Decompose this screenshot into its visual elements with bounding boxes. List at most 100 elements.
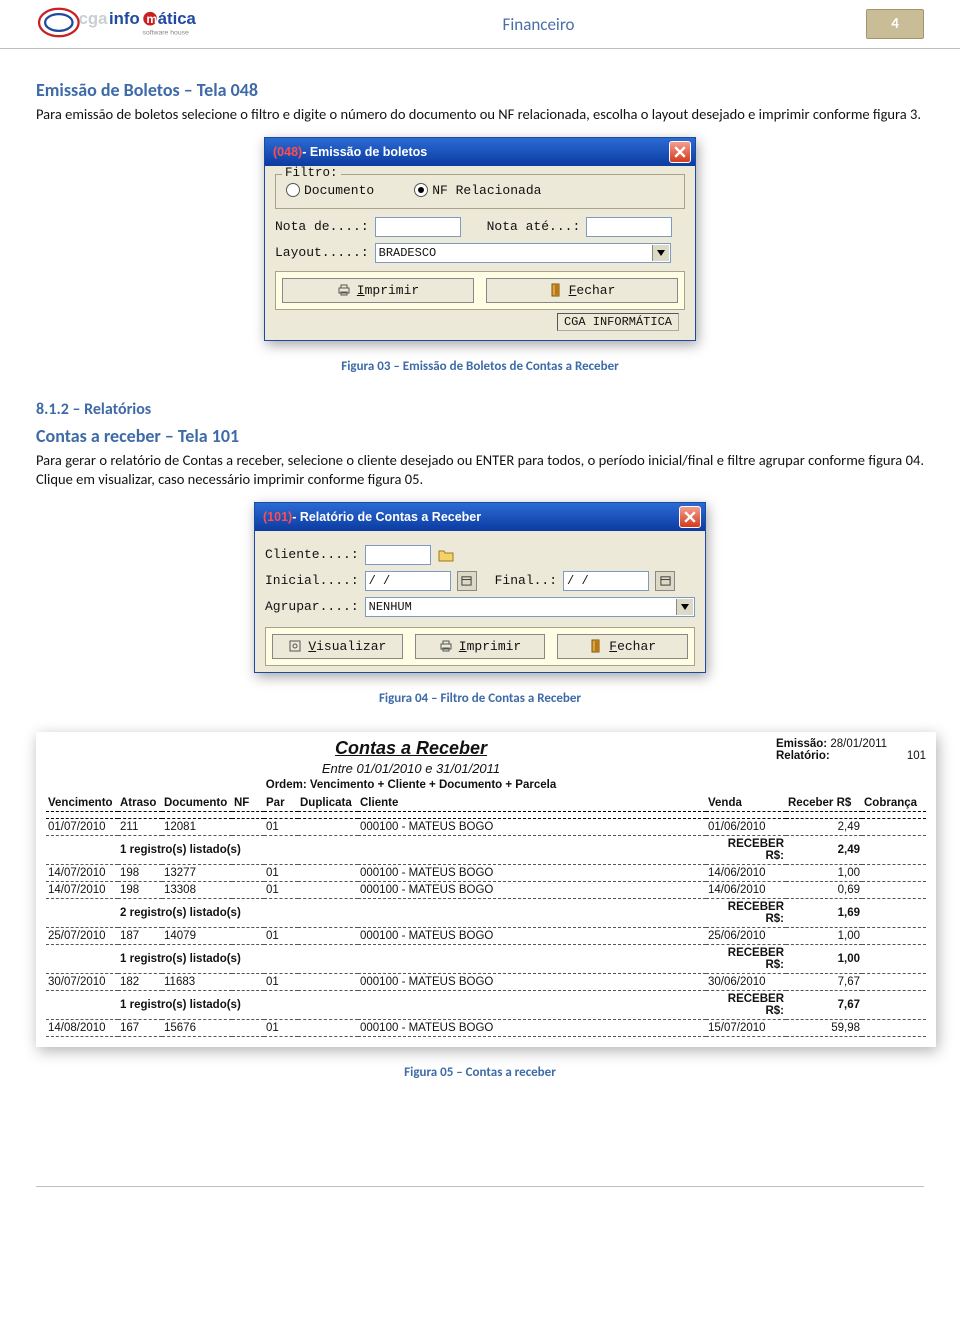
col-cobranca: Cobrança <box>862 795 926 812</box>
radio-documento-label: Documento <box>304 183 374 198</box>
col-documento: Documento <box>162 795 232 812</box>
printer-icon <box>439 639 453 653</box>
titlebar: (101) - Relatório de Contas a Receber <box>255 503 705 531</box>
input-final[interactable]: / / <box>563 571 649 591</box>
calendar-icon[interactable] <box>457 571 477 591</box>
status-bar: CGA INFORMÁTICA <box>557 313 679 331</box>
section1-paragraph: Para emissão de boletos selecione o filt… <box>36 105 924 125</box>
label-inicial: Inicial....: <box>265 573 359 588</box>
table-row: 1 registro(s) listado(s)RECEBER R$:2,49 <box>46 835 926 864</box>
fechar-button[interactable]: Fechar <box>557 634 688 659</box>
door-icon <box>589 639 603 653</box>
calendar-icon[interactable] <box>655 571 675 591</box>
label-nota-de: Nota de....: <box>275 219 369 234</box>
svg-text:software house: software house <box>143 30 190 37</box>
fechar-button[interactable]: Fechar <box>486 278 678 303</box>
imprimir-button[interactable]: Imprimir <box>415 634 546 659</box>
button-panel: Visualizar Imprimir Fechar <box>265 627 695 666</box>
table-row: 1 registro(s) listado(s)RECEBER R$:7,67 <box>46 990 926 1019</box>
page-header: cga info m ática software house Financei… <box>0 0 960 49</box>
input-nota-de[interactable] <box>375 217 461 237</box>
col-duplicata: Duplicata <box>298 795 358 812</box>
imprimir-button[interactable]: Imprimir <box>282 278 474 303</box>
filtro-legend: Filtro: <box>282 166 341 180</box>
table-row: 2 registro(s) listado(s)RECEBER R$:1,69 <box>46 898 926 927</box>
page-number-badge: 4 <box>866 9 924 39</box>
svg-text:info: info <box>109 9 140 28</box>
figure-caption-03: Figura 03 – Emissão de Boletos de Contas… <box>36 359 924 374</box>
col-receber: Receber R$ <box>786 795 862 812</box>
report-title: Contas a Receber <box>46 738 776 759</box>
table-row: 25/07/20101871407901000100 - MATEUS BOGO… <box>46 927 926 944</box>
button-panel: Imprimir Fechar <box>275 271 685 310</box>
col-nf: NF <box>232 795 264 812</box>
header-title: Financeiro <box>211 14 866 35</box>
groupbox-filtro: Filtro: Documento NF Relacionada <box>275 174 685 209</box>
radio-icon <box>286 183 300 197</box>
col-venda: Venda <box>706 795 786 812</box>
visualizar-button[interactable]: Visualizar <box>272 634 403 659</box>
imprimir-label: mprimir <box>365 283 420 298</box>
section-heading-contas-receber: Contas a receber – Tela 101 <box>36 425 924 447</box>
figure-caption-04: Figura 04 – Filtro de Contas a Receber <box>36 691 924 706</box>
input-inicial[interactable]: / / <box>365 571 451 591</box>
section2-paragraph: Para gerar o relatório de Contas a receb… <box>36 451 924 490</box>
input-cliente[interactable] <box>365 545 431 565</box>
combo-layout-value: BRADESCO <box>379 246 437 260</box>
svg-text:ática: ática <box>158 9 197 28</box>
combo-agrupar-value: NENHUM <box>369 600 412 614</box>
visualizar-label: isualizar <box>316 639 386 654</box>
combo-layout[interactable]: BRADESCO <box>375 243 671 263</box>
col-par: Par <box>264 795 298 812</box>
section-heading-emissao: Emissão de Boletos – Tela 048 <box>36 79 924 101</box>
label-nota-ate: Nota até...: <box>487 219 581 234</box>
imprimir-label: mprimir <box>467 639 522 654</box>
table-row: 14/07/20101981327701000100 - MATEUS BOGO… <box>46 864 926 881</box>
label-final: Final..: <box>495 573 557 588</box>
radio-documento[interactable]: Documento <box>286 183 374 198</box>
radio-nf-label: NF Relacionada <box>432 183 541 198</box>
close-icon[interactable] <box>679 506 701 528</box>
label-agrupar: Agrupar....: <box>265 599 359 614</box>
folder-open-icon[interactable] <box>437 546 455 564</box>
table-row: 01/07/20102111208101000100 - MATEUS BOGO… <box>46 818 926 835</box>
fechar-label: echar <box>617 639 656 654</box>
footer-rule <box>36 1186 924 1187</box>
report-table: Vencimento Atraso Documento NF Par Dupli… <box>46 795 926 1037</box>
chevron-down-icon <box>652 245 669 261</box>
col-atraso: Atraso <box>118 795 162 812</box>
table-row: 14/07/20101981330801000100 - MATEUS BOGO… <box>46 881 926 898</box>
table-row: 30/07/20101821168301000100 - MATEUS BOGO… <box>46 973 926 990</box>
col-vencimento: Vencimento <box>46 795 118 812</box>
meta-relatorio-k: Relatório: <box>776 750 830 762</box>
meta-relatorio-v: 101 <box>907 750 926 762</box>
combo-agrupar[interactable]: NENHUM <box>365 597 695 617</box>
door-icon <box>549 283 563 297</box>
printer-icon <box>337 283 351 297</box>
report-contas-receber: Contas a Receber Entre 01/01/2010 e 31/0… <box>36 732 936 1047</box>
figure-caption-05: Figura 05 – Contas a receber <box>36 1065 924 1080</box>
table-row: 1 registro(s) listado(s)RECEBER R$:1,00 <box>46 944 926 973</box>
meta-emissao-v: 28/01/2011 <box>830 738 887 750</box>
chevron-down-icon <box>676 599 693 615</box>
table-row: 14/08/20101671567601000100 - MATEUS BOGO… <box>46 1019 926 1036</box>
report-meta: Emissão: 28/01/2011 Relatório: 101 <box>776 738 926 762</box>
preview-icon <box>288 639 302 653</box>
dialog-emissao-boletos: (048) - Emissão de boletos Filtro: Docum… <box>264 137 696 341</box>
radio-nf-relacionada[interactable]: NF Relacionada <box>414 183 541 198</box>
logo: cga info m ática software house <box>36 4 211 44</box>
report-order: Ordem: Vencimento + Cliente + Documento … <box>46 779 776 791</box>
label-layout: Layout.....: <box>275 245 369 260</box>
svg-text:m: m <box>146 12 157 26</box>
input-nota-ate[interactable] <box>586 217 672 237</box>
titlebar: (048) - Emissão de boletos <box>265 138 695 166</box>
col-cliente: Cliente <box>358 795 706 812</box>
label-cliente: Cliente....: <box>265 547 359 562</box>
dialog-relatorio-contas: (101) - Relatório de Contas a Receber Cl… <box>254 502 706 673</box>
meta-emissao-k: Emissão: <box>776 738 827 750</box>
radio-icon <box>414 183 428 197</box>
svg-text:cga: cga <box>79 9 109 28</box>
title-code: (101) <box>263 510 292 524</box>
fechar-label: echar <box>576 283 615 298</box>
close-icon[interactable] <box>669 141 691 163</box>
